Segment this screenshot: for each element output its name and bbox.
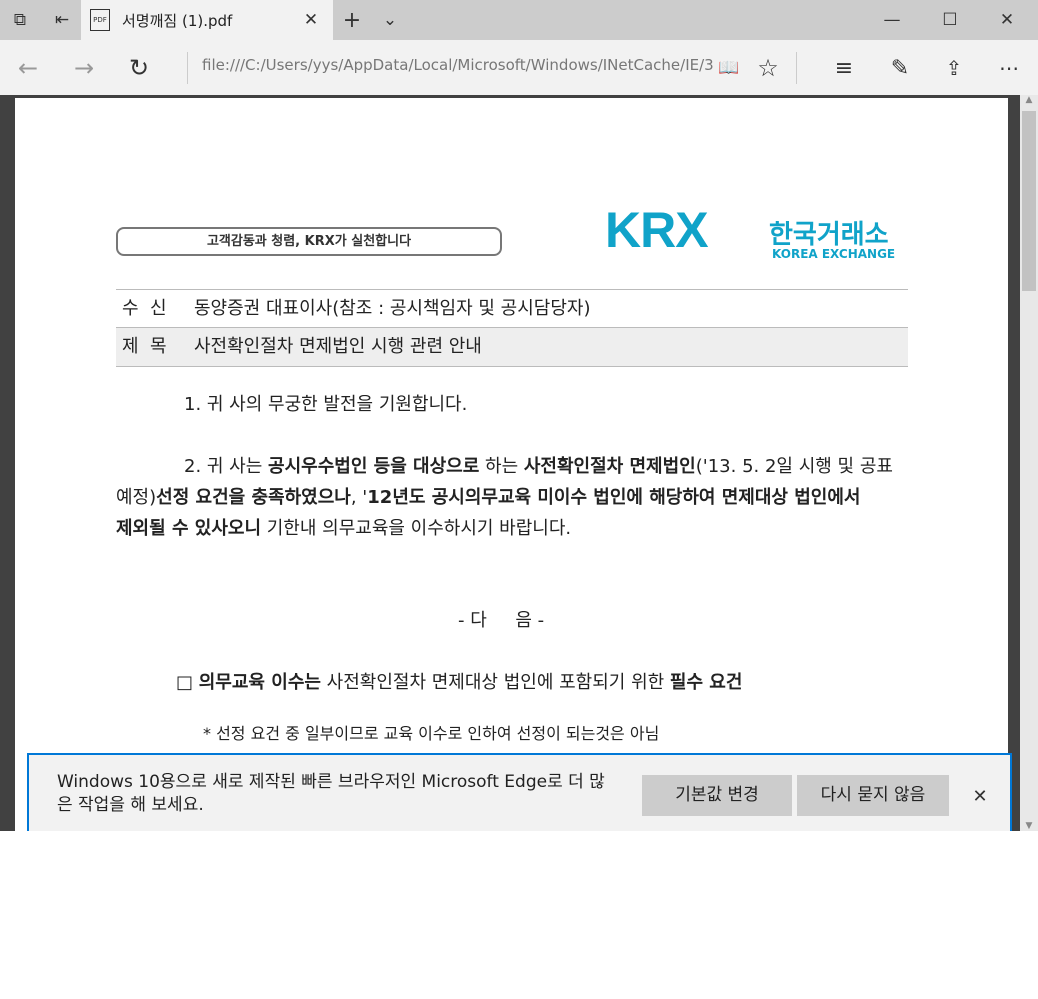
set-default-button[interactable]: 기본값 변경 <box>642 775 792 816</box>
krx-logo: KRX <box>605 202 709 258</box>
address-input[interactable]: file:///C:/Users/yys/AppData/Local/Micro… <box>202 56 717 74</box>
edge-notification-bar: Windows 10용으로 새로 제작된 빠른 브라우저인 Microsoft … <box>27 753 1012 831</box>
text-segment: 의무교육 이수는 <box>198 672 321 693</box>
item-line: □ 의무교육 이수는 사전확인절차 면제대상 법인에 포함되기 위한 필수 요건 <box>176 672 743 693</box>
scroll-thumb[interactable] <box>1022 111 1036 291</box>
reading-view-icon[interactable]: 📖 <box>716 54 742 82</box>
tab-manager-icon[interactable]: ⧉ <box>8 8 32 32</box>
recipient-row: 수 신 동양증권 대표이사(참조 : 공시책임자 및 공시담당자) <box>116 289 908 328</box>
tab-active[interactable]: PDF 서명깨짐 (1).pdf ✕ <box>81 0 333 40</box>
more-icon[interactable]: ⋯ <box>995 54 1023 82</box>
refresh-icon[interactable]: ↻ <box>125 54 153 82</box>
pdf-icon: PDF <box>90 9 110 31</box>
text-segment: , ' <box>350 487 368 508</box>
paragraph-2: 2. 귀 사는 공시우수법인 등을 대상으로 하는 사전확인절차 면제법인('1… <box>116 451 911 544</box>
share-icon[interactable]: ⇪ <box>940 54 968 82</box>
slogan-box: 고객감동과 청렴, KRX가 실천합니다 <box>116 227 502 256</box>
next-heading: - 다 음 - <box>458 610 545 631</box>
text-segment: 선정 요건을 충족하였으나 <box>156 487 351 508</box>
logo-korean: 한국거래소 <box>769 220 889 250</box>
text-segment: 기한내 의무교육을 이수하시기 바랍니다. <box>261 518 572 539</box>
close-notification-icon[interactable]: ✕ <box>967 783 993 809</box>
paragraph-1: 1. 귀 사의 무궁한 발전을 기원합니다. <box>184 394 468 415</box>
text-segment: 하는 <box>479 456 524 477</box>
scroll-down-icon[interactable]: ▼ <box>1020 821 1038 831</box>
subject-row: 제 목 사전확인절차 면제법인 시행 관련 안내 <box>116 327 908 367</box>
star-icon[interactable]: ☆ <box>754 54 782 82</box>
back-icon[interactable]: ← <box>14 54 42 82</box>
new-tab-icon[interactable]: + <box>340 8 364 33</box>
close-window-icon[interactable]: ✕ <box>995 8 1019 32</box>
tab-title: 서명깨짐 (1).pdf <box>122 12 233 30</box>
maximize-icon[interactable]: ☐ <box>938 8 962 32</box>
dont-ask-again-button[interactable]: 다시 묻지 않음 <box>797 775 949 816</box>
close-tab-icon[interactable]: ✕ <box>299 8 323 32</box>
text-segment: 2. 귀 사는 <box>184 456 269 477</box>
logo-english: KOREA EXCHANGE <box>772 247 896 261</box>
pdf-page: 고객감동과 청렴, KRX가 실천합니다 KRX 한국거래소 KOREA EXC… <box>15 98 1008 831</box>
scroll-up-icon[interactable]: ▲ <box>1020 95 1038 105</box>
text-segment: 공시우수법인 등을 대상으로 <box>268 456 480 477</box>
title-bar: ⧉ ⇤ PDF 서명깨짐 (1).pdf ✕ + ⌄ — ☐ ✕ <box>0 0 1038 40</box>
text-segment: 필수 요건 <box>669 672 743 693</box>
note-line: * 선정 요건 중 일부이므로 교육 이수로 인하여 선정이 되는것은 아님 <box>203 724 660 743</box>
forward-icon[interactable]: → <box>70 54 98 82</box>
notification-message: Windows 10용으로 새로 제작된 빠른 브라우저인 Microsoft … <box>57 772 605 815</box>
scrollbar[interactable]: ▲ ▼ <box>1020 95 1038 831</box>
address-toolbar: ← → ↻ file:///C:/Users/yys/AppData/Local… <box>0 40 1038 95</box>
pen-icon[interactable]: ✎ <box>886 54 914 82</box>
text-segment: 사전확인절차 면제대상 법인에 포함되기 위한 <box>320 672 670 693</box>
browser-window: ⧉ ⇤ PDF 서명깨짐 (1).pdf ✕ + ⌄ — ☐ ✕ ← → ↻ f… <box>0 0 1038 831</box>
hub-icon[interactable]: ≡ <box>830 54 858 82</box>
set-tabs-aside-icon[interactable]: ⇤ <box>50 8 74 32</box>
chevron-down-icon[interactable]: ⌄ <box>378 8 402 32</box>
minimize-icon[interactable]: — <box>880 8 904 32</box>
text-segment: 사전확인절차 면제법인 <box>523 456 696 477</box>
